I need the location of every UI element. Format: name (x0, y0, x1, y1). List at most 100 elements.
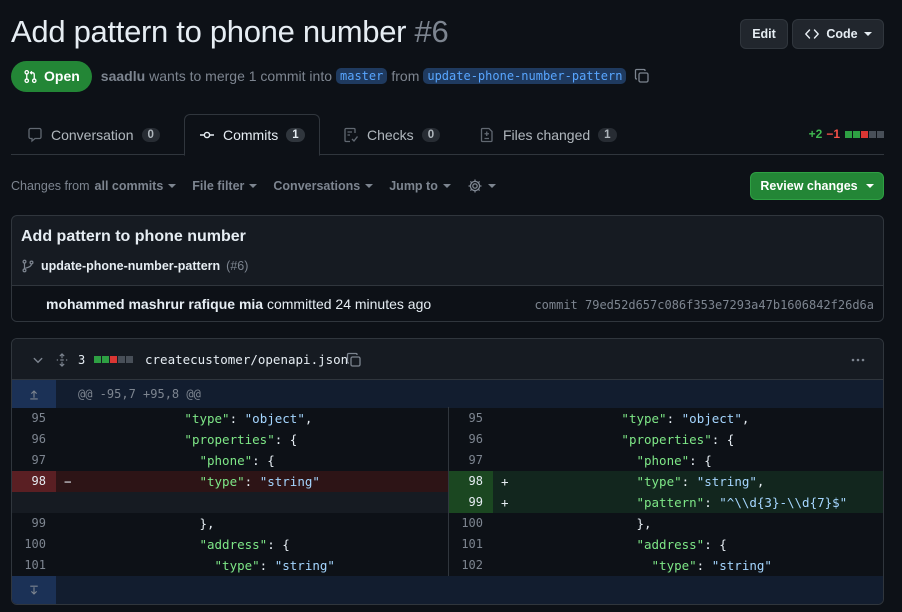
merge-description: saadlu wants to merge 1 commit into mast… (101, 68, 651, 84)
code-text: "phone": { (64, 450, 274, 471)
head-branch[interactable]: update-phone-number-pattern (423, 68, 627, 84)
line-number[interactable]: 96 (449, 429, 493, 450)
conversations-dropdown[interactable]: Conversations (273, 179, 374, 193)
json-punct: : (666, 411, 682, 426)
chevron-down-icon (33, 357, 43, 363)
file-header: 3 createcustomer/openapi.json (12, 339, 883, 380)
json-punct: }, (636, 516, 652, 531)
hunk-header: @@ -95,7 +95,8 @@ (12, 380, 883, 408)
code-icon (805, 29, 820, 39)
changes-from-label: Changes from (11, 179, 90, 193)
line-number[interactable]: 97 (449, 450, 493, 471)
kebab-horizontal-icon (851, 358, 865, 361)
code-text: "type": "object", (64, 408, 312, 429)
expand-all-button[interactable] (55, 339, 69, 380)
commit-hash[interactable]: commit 79ed52d657c086f353e7293a47b160684… (534, 298, 874, 312)
status-badge: Open (11, 60, 92, 92)
line-number[interactable]: 99 (449, 492, 493, 513)
commit-author[interactable]: mohammed mashrur rafique mia (46, 296, 263, 312)
code-text: "type": "string" (501, 555, 772, 576)
copy-path-button[interactable] (346, 339, 362, 380)
json-key: "type" (184, 411, 230, 426)
empty-diff-line (12, 492, 448, 513)
file-diff-icon (480, 127, 493, 142)
code-text: "pattern": "^\\d{3}-\\d{7}$" (501, 492, 847, 513)
file-filter-dropdown[interactable]: File filter (192, 179, 258, 193)
line-number[interactable]: 98 (449, 471, 493, 492)
code-button[interactable]: Code (792, 19, 884, 49)
json-value: "string" (259, 474, 320, 489)
json-punct: : { (689, 453, 712, 468)
json-value: "object" (244, 411, 305, 426)
line-number[interactable]: 101 (12, 555, 56, 576)
code-text: "type": "string", (501, 471, 764, 492)
right-diff-line: 97 "phone": { (449, 450, 883, 471)
right-diff-line: 96 "properties": { (449, 429, 883, 450)
json-key: "type" (214, 558, 260, 573)
file-menu-button[interactable] (850, 339, 866, 380)
commit-branch: update-phone-number-pattern (#6) (21, 259, 248, 273)
additions-count: +2 (808, 127, 823, 141)
tab-checks[interactable]: Checks 0 (343, 114, 441, 155)
changes-from-dropdown[interactable]: Changes from all commits (11, 179, 177, 193)
tab-counter: 0 (141, 127, 160, 142)
commit-branch-name[interactable]: update-phone-number-pattern (41, 259, 220, 273)
right-diff-line: 100 }, (449, 513, 883, 534)
pr-meta: Open saadlu wants to merge 1 commit into… (11, 60, 650, 92)
collapse-toggle[interactable] (32, 339, 44, 380)
json-punct: }, (199, 516, 215, 531)
copy-icon[interactable] (634, 68, 650, 84)
conversations-label: Conversations (273, 179, 361, 193)
json-value: "string" (711, 558, 772, 573)
json-punct: : { (267, 537, 290, 552)
code-text: "phone": { (501, 450, 712, 471)
pr-header: Add pattern to phone number #6 Edit Code (11, 14, 884, 54)
file-filter-label: File filter (192, 179, 245, 193)
line-number[interactable]: 100 (12, 534, 56, 555)
expand-up-button[interactable] (12, 380, 56, 408)
commit-summary: Add pattern to phone number update-phone… (11, 215, 884, 322)
hunk-range: @@ -95,7 +95,8 @@ (78, 387, 201, 401)
line-number[interactable]: 96 (12, 429, 56, 450)
json-value: "string" (274, 558, 335, 573)
right-diff-line: 102 "type": "string" (449, 555, 883, 576)
right-diff-line: 98 + "type": "string", (449, 471, 883, 492)
file-diffstat-bar (93, 339, 133, 380)
expand-down-button[interactable] (12, 576, 56, 604)
git-branch-icon (22, 259, 34, 273)
file-changes-count: 3 (78, 352, 86, 367)
line-number[interactable]: 102 (449, 555, 493, 576)
tab-conversation[interactable]: Conversation 0 (27, 114, 160, 155)
json-key: "type" (621, 411, 667, 426)
json-punct: : (259, 558, 275, 573)
gear-icon (468, 179, 482, 193)
line-number[interactable]: 97 (12, 450, 56, 471)
code-text: "type": "string" (64, 471, 320, 492)
chevron-down-icon (365, 184, 374, 188)
changes-from-value: all commits (94, 179, 164, 193)
jump-to-dropdown[interactable]: Jump to (389, 179, 451, 193)
line-number[interactable]: 95 (12, 408, 56, 429)
review-changes-button[interactable]: Review changes (750, 172, 884, 200)
line-number[interactable]: 95 (449, 408, 493, 429)
code-text: "address": { (501, 534, 726, 555)
file-path[interactable]: createcustomer/openapi.json (145, 339, 348, 380)
tab-commits[interactable]: Commits 1 (184, 114, 320, 156)
commit-pr-ref[interactable]: (#6) (226, 259, 248, 273)
json-key: "properties" (184, 432, 275, 447)
author-link[interactable]: saadlu (101, 68, 145, 84)
code-text: "address": { (64, 534, 290, 555)
settings-dropdown[interactable] (467, 178, 496, 194)
line-number[interactable]: 100 (449, 513, 493, 534)
hunk-footer (12, 576, 883, 604)
json-punct: , (741, 411, 750, 426)
base-branch[interactable]: master (336, 68, 388, 84)
edit-button[interactable]: Edit (740, 19, 788, 49)
tab-files-changed[interactable]: Files changed 1 (479, 114, 617, 155)
line-number[interactable]: 99 (12, 513, 56, 534)
line-number[interactable]: 101 (449, 534, 493, 555)
checklist-icon (344, 127, 359, 142)
line-number[interactable]: 98 (12, 471, 56, 492)
from-text: from (391, 68, 420, 84)
file-diff: 3 createcustomer/openapi.json @@ -95,7 +… (11, 338, 884, 605)
